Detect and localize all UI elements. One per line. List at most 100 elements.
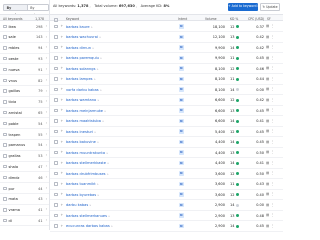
row-checkbox[interactable] <box>54 182 58 186</box>
group-checkbox[interactable] <box>3 24 7 29</box>
more-icon[interactable]: ⋮ <box>271 56 275 60</box>
keyword-link[interactable]: barbas stellmerkanues » <box>66 214 110 218</box>
chevron-right-icon[interactable]: › <box>46 99 47 103</box>
group-checkbox[interactable] <box>3 143 7 147</box>
keyword-link[interactable]: barbas tuanmikt » <box>66 182 99 186</box>
chevron-right-icon[interactable]: › <box>46 197 47 201</box>
more-icon[interactable]: ⋮ <box>271 87 275 91</box>
external-link-icon[interactable]: » <box>97 67 99 71</box>
keyword-link[interactable]: darbu kabas » <box>66 203 91 207</box>
row-checkbox[interactable] <box>54 150 58 155</box>
serp-features-icon[interactable]: ▦ <box>266 45 269 49</box>
more-icon[interactable]: ⋮ <box>271 213 275 217</box>
group-checkbox[interactable] <box>3 78 7 83</box>
expand-icon[interactable]: + <box>61 66 64 70</box>
serp-column-header[interactable]: SF <box>267 17 271 21</box>
row-checkbox[interactable] <box>54 140 58 144</box>
external-link-icon[interactable]: » <box>107 161 109 165</box>
chevron-right-icon[interactable]: › <box>46 45 47 49</box>
group-checkbox[interactable] <box>3 110 7 115</box>
group-checkbox[interactable] <box>3 154 7 158</box>
keyword-group-item[interactable]: mbles 94 › <box>0 43 49 54</box>
serp-features-icon[interactable]: ▦ <box>266 182 269 186</box>
expand-icon[interactable]: + <box>61 129 64 133</box>
keyword-link[interactable]: barbas lampes » <box>66 77 96 81</box>
serp-features-icon[interactable]: ▦ <box>266 35 269 39</box>
row-checkbox[interactable] <box>54 119 58 123</box>
keyword-group-item[interactable]: dimdz 46 › <box>0 173 49 184</box>
keyword-group-item[interactable]: dl 41 › <box>0 216 49 227</box>
group-checkbox[interactable] <box>3 218 7 223</box>
by-volume-tab[interactable]: By volume <box>27 3 49 17</box>
row-checkbox[interactable] <box>54 66 58 71</box>
row-checkbox[interactable] <box>54 192 58 197</box>
row-checkbox[interactable] <box>54 24 58 29</box>
keyword-link[interactable]: barbas solanngs » <box>66 67 98 71</box>
group-checkbox[interactable] <box>3 100 7 104</box>
row-checkbox[interactable] <box>54 35 58 39</box>
more-icon[interactable]: ⋮ <box>271 45 275 49</box>
row-checkbox[interactable] <box>54 45 58 50</box>
keyword-group-item[interactable]: pamanus 54 › <box>0 140 49 151</box>
chevron-right-icon[interactable]: › <box>46 218 47 222</box>
more-icon[interactable]: ⋮ <box>271 119 275 123</box>
chevron-right-icon[interactable]: › <box>46 132 47 136</box>
all-keywords-group[interactable]: All keywords 1,378 <box>0 14 49 21</box>
keyword-link[interactable]: ecucunras darbas kabas » <box>66 224 113 228</box>
intent-column-header[interactable]: Intent <box>178 17 187 21</box>
row-checkbox[interactable] <box>54 77 58 81</box>
group-checkbox[interactable] <box>3 121 7 126</box>
serp-features-icon[interactable]: ▦ <box>266 161 269 165</box>
group-checkbox[interactable] <box>3 67 7 72</box>
serp-features-icon[interactable]: ▦ <box>266 24 269 28</box>
serp-features-icon[interactable]: ▦ <box>266 150 269 154</box>
expand-icon[interactable]: + <box>61 213 64 217</box>
external-link-icon[interactable]: » <box>94 130 96 134</box>
row-checkbox[interactable] <box>54 171 58 176</box>
more-icon[interactable]: ⋮ <box>271 203 275 207</box>
row-checkbox[interactable] <box>54 224 58 228</box>
external-link-icon[interactable]: » <box>97 140 99 144</box>
group-checkbox[interactable] <box>3 46 7 50</box>
keyword-link[interactable]: barbas meinjarmuke » <box>66 109 106 113</box>
keyword-group-item[interactable]: vrama 41 › <box>0 205 49 216</box>
keyword-link[interactable]: vorfa darbu kabas » <box>66 88 102 92</box>
serp-features-icon[interactable]: ▦ <box>266 129 269 133</box>
keyword-link[interactable]: barbas paremquiu » <box>66 56 102 60</box>
external-link-icon[interactable]: » <box>97 98 99 102</box>
more-icon[interactable]: ⋮ <box>271 161 275 165</box>
group-checkbox[interactable] <box>3 197 7 201</box>
group-checkbox[interactable] <box>3 35 7 39</box>
more-icon[interactable]: ⋮ <box>271 140 275 144</box>
external-link-icon[interactable]: » <box>100 88 102 92</box>
expand-icon[interactable]: + <box>61 87 64 91</box>
more-icon[interactable]: ⋮ <box>271 35 275 39</box>
external-link-icon[interactable]: » <box>102 119 104 123</box>
expand-icon[interactable]: + <box>61 98 64 102</box>
external-link-icon[interactable]: » <box>89 203 91 207</box>
more-icon[interactable]: ⋮ <box>271 224 275 228</box>
expand-icon[interactable]: + <box>61 171 64 175</box>
group-checkbox[interactable] <box>3 89 7 93</box>
row-checkbox[interactable] <box>54 203 58 207</box>
serp-features-icon[interactable]: ▦ <box>266 140 269 144</box>
chevron-right-icon[interactable]: › <box>46 89 47 93</box>
kd-column-header[interactable]: KD % <box>230 17 238 21</box>
keyword-group-item[interactable]: trapen 55 › <box>0 130 49 140</box>
keyword-link[interactable]: barbas maaktstuba » <box>66 119 104 123</box>
chevron-right-icon[interactable]: › <box>46 24 47 28</box>
expand-icon[interactable]: + <box>61 182 64 186</box>
by-number-tab[interactable]: By number <box>3 3 28 17</box>
serp-features-icon[interactable]: ▦ <box>266 87 269 91</box>
row-checkbox[interactable] <box>54 108 58 113</box>
external-link-icon[interactable]: » <box>108 214 110 218</box>
external-link-icon[interactable]: » <box>111 224 113 228</box>
expand-icon[interactable]: + <box>61 45 64 49</box>
more-icon[interactable]: ⋮ <box>271 98 275 102</box>
chevron-right-icon[interactable]: › <box>46 207 47 211</box>
keyword-link[interactable]: barbas kaure » <box>66 25 93 29</box>
more-icon[interactable]: ⋮ <box>271 24 275 28</box>
keyword-link[interactable]: barbas byurebas » <box>66 193 99 197</box>
keyword-column-header[interactable]: Keyword <box>66 17 79 21</box>
keyword-group-item[interactable]: shala 47 › <box>0 162 49 173</box>
